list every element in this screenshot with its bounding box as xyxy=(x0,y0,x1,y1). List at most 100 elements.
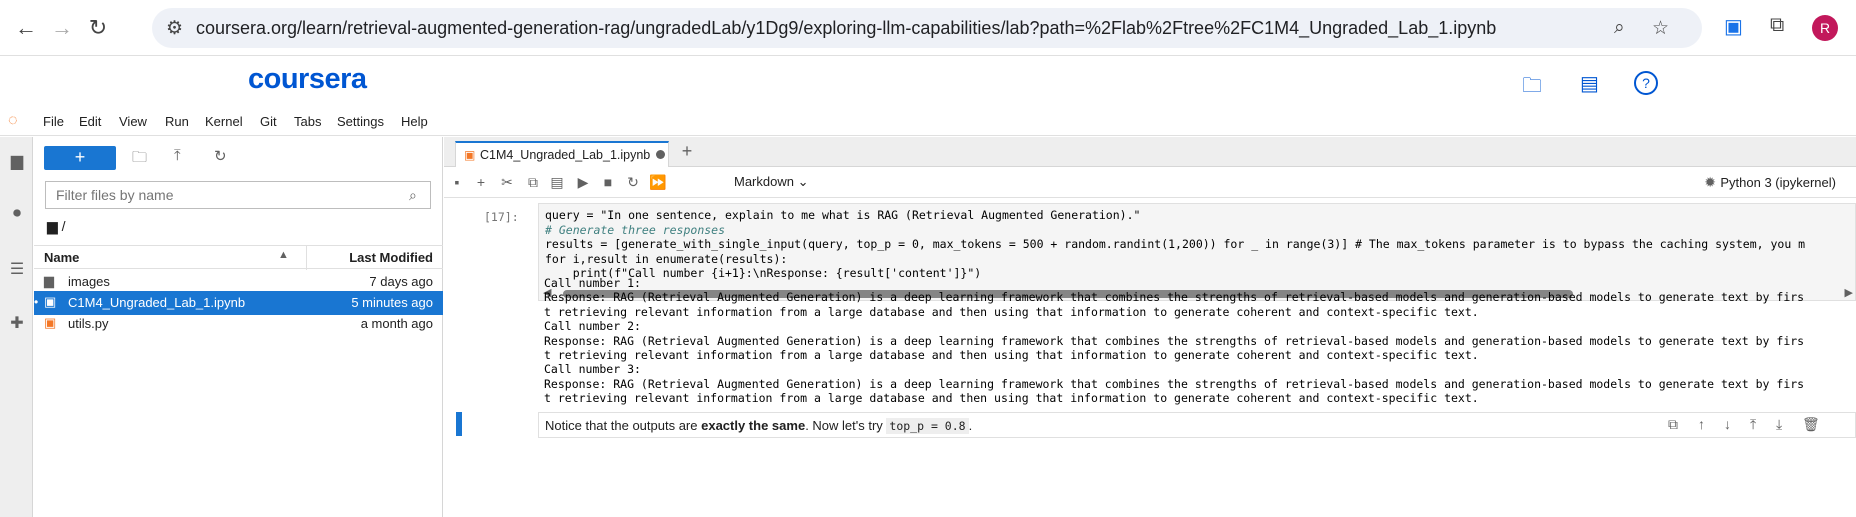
extensions-icon[interactable]: ⧉ xyxy=(1770,14,1784,37)
menu-file[interactable]: File xyxy=(43,114,64,129)
help-icon[interactable]: ? xyxy=(1634,71,1658,95)
notebook-icon: ▣ xyxy=(464,148,476,162)
running-kernels-icon[interactable]: ⏺ xyxy=(7,205,27,225)
duplicate-cell-icon[interactable]: ⧉ xyxy=(1668,416,1678,433)
copy-icon[interactable]: ⧉ xyxy=(524,174,542,191)
bookmark-star-icon[interactable]: ☆ xyxy=(1652,17,1669,40)
active-cell-indicator[interactable] xyxy=(456,412,462,436)
kernel-name[interactable]: Python 3 (ipykernel) xyxy=(1720,175,1836,190)
table-of-contents-icon[interactable]: ☰ xyxy=(7,259,27,279)
file-browser: + 🗀 ⤒ ↻ ⌕ ▆ / Name ▲ Last Modified ▆ ima… xyxy=(34,137,443,517)
tab-label: C1M4_Ungraded_Lab_1.ipynb xyxy=(480,148,650,162)
cast-icon[interactable]: ▣ xyxy=(1724,14,1743,39)
column-divider[interactable] xyxy=(306,246,307,270)
menu-kernel[interactable]: Kernel xyxy=(205,114,243,129)
breadcrumb[interactable]: ▆ / xyxy=(47,218,66,235)
md-inline-code: top_p = 0.8 xyxy=(886,418,969,434)
output-line: Response: RAG (Retrieval Augmented Gener… xyxy=(544,376,1805,391)
insert-cell-icon[interactable]: + xyxy=(472,174,490,190)
menu-edit[interactable]: Edit xyxy=(79,114,101,129)
reload-icon[interactable]: ↻ xyxy=(84,14,112,42)
search-icon: ⌕ xyxy=(409,187,417,203)
run-all-icon[interactable]: ⏩ xyxy=(649,174,667,191)
paste-icon[interactable]: ▤ xyxy=(548,174,566,191)
new-folder-icon[interactable]: 🗀 xyxy=(132,147,147,172)
menu-run[interactable]: Run xyxy=(165,114,189,129)
column-name[interactable]: Name xyxy=(44,250,79,265)
md-text: . xyxy=(968,418,973,433)
markdown-cell[interactable]: Notice that the outputs are exactly the … xyxy=(538,412,1856,438)
code-line: query = "In one sentence, explain to me … xyxy=(545,208,1141,222)
cell-output: Call number 1: Response: RAG (Retrieval … xyxy=(544,276,1856,406)
interrupt-icon[interactable]: ■ xyxy=(599,174,617,190)
profile-avatar[interactable]: R xyxy=(1812,15,1838,41)
python-file-icon: ▣ xyxy=(44,315,57,330)
unsaved-indicator-icon[interactable] xyxy=(656,150,665,159)
run-icon[interactable]: ▶ xyxy=(574,174,592,191)
menu-view[interactable]: View xyxy=(119,114,147,129)
add-tab-button[interactable]: + xyxy=(676,142,698,162)
coursera-header: coursera 🗀 ▤ ? xyxy=(0,57,1856,107)
output-line: t retrieving relevant information from a… xyxy=(544,391,1479,406)
debugger-icon[interactable]: ✹ xyxy=(1704,174,1716,191)
url-text[interactable]: coursera.org/learn/retrieval-augmented-g… xyxy=(196,18,1496,39)
notebook-toolbar: ▪ + ✂ ⧉ ▤ ▶ ■ ↻ ⏩ Markdown ⌄ ✹ Python 3 … xyxy=(444,168,1856,198)
output-line: Response: RAG (Retrieval Augmented Gener… xyxy=(544,333,1805,348)
menu-help[interactable]: Help xyxy=(401,114,428,129)
file-row-utils[interactable]: ▣ utils.py a month ago xyxy=(34,312,443,336)
output-line: t retrieving relevant information from a… xyxy=(544,304,1479,319)
md-bold: exactly the same xyxy=(701,418,806,433)
jupyter-logo-icon: ◌ xyxy=(8,112,18,129)
refresh-icon[interactable]: ↻ xyxy=(214,147,227,165)
delete-cell-icon[interactable]: 🗑 xyxy=(1802,416,1820,433)
cut-icon[interactable]: ✂ xyxy=(498,174,516,191)
breadcrumb-root[interactable]: / xyxy=(62,218,66,234)
file-name: images xyxy=(68,274,110,289)
menu-settings[interactable]: Settings xyxy=(337,114,384,129)
forward-icon[interactable]: → xyxy=(48,14,76,42)
activity-bar: ▆ ⏺ ☰ ✚ xyxy=(0,137,33,517)
notebook-icon: ▣ xyxy=(44,294,57,309)
folder-icon: ▆ xyxy=(47,218,58,234)
code-line: for i,result in enumerate(results): xyxy=(545,251,788,266)
extension-manager-icon[interactable]: ✚ xyxy=(7,313,27,333)
site-info-icon[interactable]: ⚙ xyxy=(166,17,183,40)
back-icon[interactable]: ← xyxy=(12,14,40,42)
output-line: Response: RAG (Retrieval Augmented Gener… xyxy=(544,290,1805,305)
save-icon[interactable]: ▪ xyxy=(448,174,466,190)
upload-icon[interactable]: ⤒ xyxy=(174,147,181,164)
restart-icon[interactable]: ↻ xyxy=(624,174,642,191)
file-name: C1M4_Ungraded_Lab_1.ipynb xyxy=(68,295,246,310)
file-browser-icon[interactable]: ▆ xyxy=(7,151,27,171)
output-line: Call number 2: xyxy=(544,319,641,334)
new-launcher-button[interactable]: + xyxy=(44,146,116,170)
sort-ascending-icon[interactable]: ▲ xyxy=(278,249,289,261)
move-down-icon[interactable]: ↓ xyxy=(1724,416,1731,432)
menu-tabs[interactable]: Tabs xyxy=(294,114,321,129)
menu-git[interactable]: Git xyxy=(260,114,277,129)
insert-below-icon[interactable]: ⤓ xyxy=(1776,416,1782,433)
notes-icon[interactable]: ▤ xyxy=(1580,71,1599,96)
move-up-icon[interactable]: ↑ xyxy=(1698,416,1705,432)
execution-count: [17]: xyxy=(484,210,519,224)
tab-notebook[interactable]: ▣ C1M4_Ungraded_Lab_1.ipynb xyxy=(455,141,669,167)
file-list-header: Name ▲ Last Modified xyxy=(34,245,443,270)
code-editor[interactable]: query = "In one sentence, explain to me … xyxy=(545,208,1805,281)
address-bar[interactable]: ⚙ coursera.org/learn/retrieval-augmented… xyxy=(152,8,1702,48)
zoom-icon[interactable]: ⌕ xyxy=(1614,17,1625,39)
coursera-logo[interactable]: coursera xyxy=(248,63,367,96)
insert-above-icon[interactable]: ⤒ xyxy=(1750,416,1756,433)
file-modified: 7 days ago xyxy=(369,274,433,289)
running-indicator-icon: • xyxy=(34,295,39,309)
file-modified: a month ago xyxy=(360,316,433,331)
folder-icon[interactable]: 🗀 xyxy=(1522,71,1542,105)
code-line: # Generate three responses xyxy=(545,222,726,237)
output-line: Call number 3: xyxy=(544,362,641,377)
markdown-text: Notice that the outputs are exactly the … xyxy=(545,418,973,434)
column-last-modified[interactable]: Last Modified xyxy=(349,250,433,265)
filter-files-input[interactable] xyxy=(45,181,431,209)
md-text: . Now let's try xyxy=(805,418,887,433)
output-line: t retrieving relevant information from a… xyxy=(544,348,1479,363)
cell-type-select[interactable]: Markdown ⌄ xyxy=(734,174,809,190)
notebook-panel: ▣ C1M4_Ungraded_Lab_1.ipynb + ▪ + ✂ ⧉ ▤ … xyxy=(444,137,1856,517)
